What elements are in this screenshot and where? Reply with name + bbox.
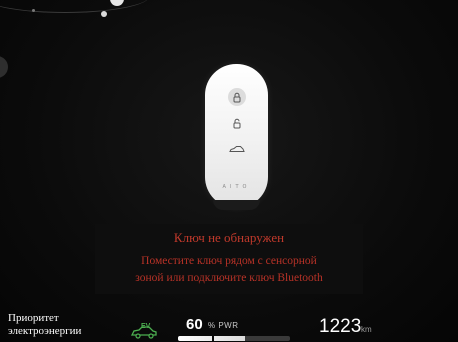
key-hint-line-2: зоной или подключите ключ Bluetooth [135,272,323,284]
fob-brand-label: AITO [222,184,251,190]
key-not-detected-title: Ключ не обнаружен [173,230,285,245]
power-priority-line-2: электроэнергии [8,325,82,337]
instrument-screen: AITO Ключ не обнаружен Поместите ключ ря… [0,0,458,342]
power-priority-line-1: Приоритет [8,312,59,324]
top-indicator-dot-small [32,9,35,12]
key-hint-text: Поместите ключ рядом с сенсорной зоной и… [95,253,363,287]
key-fob-image: AITO [205,64,268,210]
power-bar [178,336,290,341]
power-percent-value: 60 [186,316,203,333]
fob-bottom-cap [213,200,260,210]
power-priority-label: Приоритет электроэнергии [8,312,81,338]
top-arc-line [0,0,150,13]
power-percent-unit: % PWR [208,321,239,330]
range-unit: km [361,325,372,334]
power-bar-marker [212,336,214,341]
lock-icon [227,88,246,106]
key-hint-line-1: Поместите ключ рядом с сенсорной [141,255,317,267]
ev-badge: EV [141,323,151,330]
top-indicator-dot [101,11,107,17]
bottom-status-bar: Приоритет электроэнергии EV 60 % PWR 122… [0,306,458,342]
top-gauge-arc [0,0,150,24]
ev-car-icon: EV [130,320,158,340]
range-value: 1223 [319,316,362,337]
unlock-icon [228,114,246,132]
car-trunk-icon [227,140,247,158]
